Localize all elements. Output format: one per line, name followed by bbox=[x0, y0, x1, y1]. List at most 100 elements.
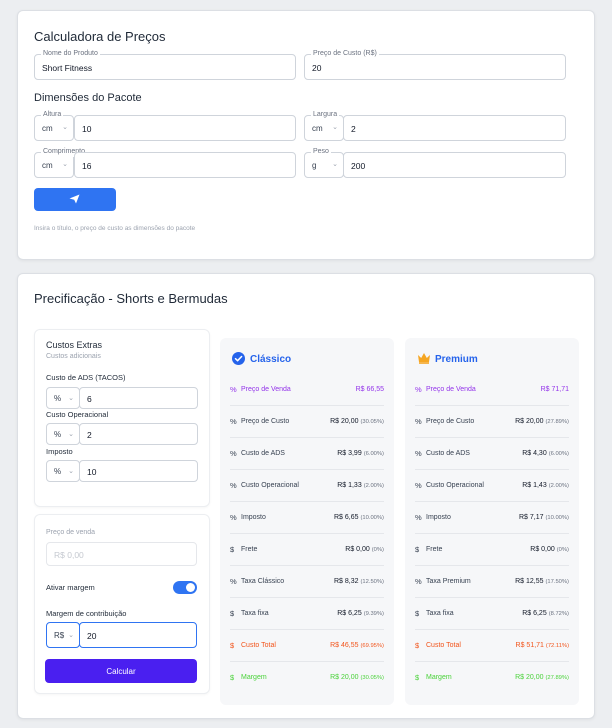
row-label: Frete bbox=[426, 546, 443, 553]
send-icon bbox=[69, 194, 80, 204]
row-amount: R$ 66,55 bbox=[355, 386, 384, 393]
tax-unit-value: % bbox=[54, 467, 62, 476]
operational-cost-label: Custo Operacional bbox=[46, 410, 109, 419]
row-percent: (0%) bbox=[556, 547, 569, 553]
row-value: R$ 20,00 (30.05%) bbox=[330, 674, 384, 681]
chevron-down-icon: ⌄ bbox=[62, 124, 68, 131]
row-percent: (12.50%) bbox=[360, 579, 384, 585]
row-percent: (30.05%) bbox=[360, 675, 384, 681]
height-input[interactable]: 10 bbox=[74, 115, 296, 141]
height-value: 10 bbox=[82, 124, 92, 134]
operational-unit-select[interactable]: % ⌄ bbox=[46, 423, 80, 445]
operational-cost-input[interactable]: 2 bbox=[79, 423, 198, 445]
cost-price-label: Preço de Custo (R$) bbox=[311, 49, 379, 59]
plan-premium: Premium % Preço de Venda R$ 71,71% Preço de… bbox=[405, 338, 579, 705]
row-value: R$ 6,65 (10.00%) bbox=[334, 514, 384, 521]
row-value: R$ 20,00 (27.89%) bbox=[515, 418, 569, 425]
percent-icon: % bbox=[230, 577, 237, 586]
percent-icon: % bbox=[415, 481, 422, 490]
calculator-title: Calculadora de Preços bbox=[34, 29, 166, 44]
row-value: R$ 20,00 (27.89%) bbox=[515, 674, 569, 681]
tax-label: Imposto bbox=[46, 447, 73, 456]
length-unit-select[interactable]: Comprimento cm ⌄ bbox=[34, 147, 88, 178]
cost-price-value: 20 bbox=[312, 63, 322, 73]
margin-unit-select[interactable]: R$ ⌄ bbox=[46, 622, 80, 648]
row-value: R$ 12,55 (17.50%) bbox=[515, 578, 569, 585]
height-unit-value: cm bbox=[42, 124, 53, 133]
height-unit-select[interactable]: Altura cm ⌄ bbox=[34, 110, 74, 141]
ads-cost-input[interactable]: 6 bbox=[79, 387, 198, 409]
row-value: R$ 0,00 (0%) bbox=[530, 546, 569, 553]
ads-cost-value: 6 bbox=[87, 394, 92, 404]
sale-price-input[interactable]: R$ 0,00 bbox=[46, 542, 197, 566]
row-value: R$ 20,00 (30.05%) bbox=[330, 418, 384, 425]
ads-unit-select[interactable]: % ⌄ bbox=[46, 387, 80, 409]
margin-toggle-label: Ativar margem bbox=[46, 583, 95, 592]
row-amount: R$ 20,00 bbox=[330, 418, 359, 425]
row-value: R$ 7,17 (10.00%) bbox=[519, 514, 569, 521]
row-label: Margem bbox=[426, 674, 452, 681]
tax-input[interactable]: 10 bbox=[79, 460, 198, 482]
plan-row: $ Custo Total R$ 46,55 (69.95%) bbox=[230, 630, 384, 662]
row-value: R$ 71,71 bbox=[541, 386, 569, 393]
row-amount: R$ 12,55 bbox=[515, 578, 544, 585]
row-amount: R$ 20,00 bbox=[330, 674, 359, 681]
row-amount: R$ 6,25 bbox=[337, 610, 362, 617]
width-unit-select[interactable]: Largura cm ⌄ bbox=[304, 110, 344, 141]
row-percent: (6.00%) bbox=[548, 451, 569, 457]
calculate-button[interactable]: Calcular bbox=[45, 659, 197, 683]
margin-input[interactable]: 20 bbox=[79, 622, 197, 648]
toggle-knob bbox=[186, 583, 195, 592]
weight-input[interactable]: 200 bbox=[343, 152, 566, 178]
row-amount: R$ 20,00 bbox=[515, 418, 544, 425]
row-percent: (9.39%) bbox=[363, 611, 384, 617]
width-input[interactable]: 2 bbox=[343, 115, 566, 141]
plan-row: $ Frete R$ 0,00 (0%) bbox=[415, 534, 569, 566]
dollar-icon: $ bbox=[415, 609, 420, 618]
row-label: Preço de Venda bbox=[241, 386, 291, 393]
row-label: Custo Operacional bbox=[241, 482, 299, 489]
width-value: 2 bbox=[351, 124, 356, 134]
sale-price-placeholder: R$ 0,00 bbox=[54, 550, 84, 560]
row-amount: R$ 6,65 bbox=[333, 514, 359, 521]
plan-row: % Preço de Venda R$ 66,55 bbox=[230, 374, 384, 406]
plan-row: % Custo de ADS R$ 4,30 (6.00%) bbox=[415, 438, 569, 470]
ads-cost-label: Custo de ADS (TACOS) bbox=[46, 373, 126, 382]
row-amount: R$ 3,99 bbox=[337, 450, 362, 457]
margin-unit-value: R$ bbox=[54, 631, 65, 640]
tax-value: 10 bbox=[87, 467, 97, 477]
chevron-down-icon: ⌄ bbox=[68, 632, 74, 639]
row-value: R$ 4,30 (6.00%) bbox=[522, 450, 569, 457]
extra-costs-panel: Custos Extras Custos adicionais Custo de… bbox=[34, 329, 210, 507]
weight-label: Peso bbox=[311, 147, 331, 157]
row-amount: R$ 1,43 bbox=[522, 482, 547, 489]
row-amount: R$ 46,55 bbox=[330, 642, 359, 649]
row-label: Custo Total bbox=[241, 642, 276, 649]
row-percent: (8.72%) bbox=[548, 611, 569, 617]
operational-cost-value: 2 bbox=[87, 430, 92, 440]
weight-unit-value: g bbox=[312, 161, 317, 170]
weight-unit-select[interactable]: Peso g ⌄ bbox=[304, 147, 344, 178]
row-label: Margem bbox=[241, 674, 267, 681]
row-percent: (10.00%) bbox=[360, 515, 384, 521]
length-input[interactable]: 16 bbox=[74, 152, 296, 178]
plan-row: $ Margem R$ 20,00 (30.05%) bbox=[230, 662, 384, 694]
row-value: R$ 1,43 (2.00%) bbox=[522, 482, 569, 489]
chevron-down-icon: ⌄ bbox=[68, 395, 74, 402]
pricing-card: Precificação - Shorts e Bermudas Custos … bbox=[17, 273, 595, 719]
row-percent: (17.50%) bbox=[545, 579, 569, 585]
height-label: Altura bbox=[41, 110, 64, 120]
send-button[interactable] bbox=[34, 188, 116, 211]
percent-icon: % bbox=[230, 481, 237, 490]
margin-toggle[interactable] bbox=[173, 581, 197, 594]
tax-unit-select[interactable]: % ⌄ bbox=[46, 460, 80, 482]
row-amount: R$ 8,32 bbox=[333, 578, 359, 585]
cost-price-field[interactable]: Preço de Custo (R$) 20 bbox=[304, 49, 566, 80]
row-percent: (0%) bbox=[371, 547, 384, 553]
plan-name: Premium bbox=[435, 354, 478, 365]
dollar-icon: $ bbox=[230, 641, 235, 650]
product-name-field[interactable]: Nome do Produto Short Fitness bbox=[34, 49, 296, 80]
calculator-card: Calculadora de Preços Nome do Produto Sh… bbox=[17, 10, 595, 260]
dollar-icon: $ bbox=[415, 641, 420, 650]
row-amount: R$ 4,30 bbox=[522, 450, 547, 457]
